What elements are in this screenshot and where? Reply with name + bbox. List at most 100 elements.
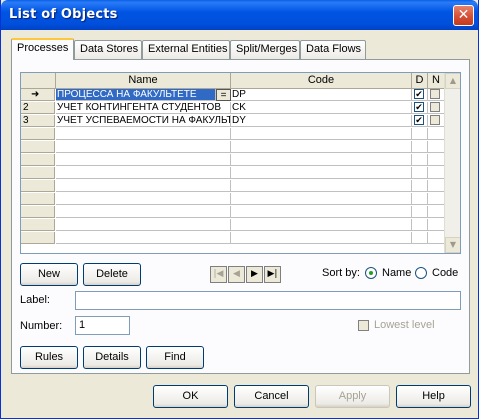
d-checkbox[interactable]: ✔ (414, 102, 424, 112)
table-cell[interactable] (56, 128, 231, 140)
table-cell[interactable] (231, 232, 412, 244)
table-cell[interactable] (231, 219, 412, 231)
grid-vertical-scrollbar[interactable]: ▲ ▼ (444, 73, 460, 253)
row-header[interactable] (21, 128, 55, 140)
table-cell[interactable] (231, 141, 412, 153)
row-header[interactable] (21, 141, 55, 153)
column-header-n[interactable]: N (428, 73, 445, 89)
table-cell-n[interactable] (428, 89, 445, 101)
table-cell[interactable] (56, 219, 231, 231)
label-input[interactable] (75, 291, 461, 310)
table-cell[interactable] (412, 128, 428, 140)
table-cell[interactable] (56, 206, 231, 218)
tab-split-merges[interactable]: Split/Merges (230, 40, 300, 59)
table-cell-name[interactable]: ПРОЦЕССА НА ФАКУЛЬТЕТЕ (56, 89, 216, 101)
first-record-icon[interactable]: |◀ (210, 266, 227, 283)
table-cell[interactable] (412, 193, 428, 205)
tab-data-stores[interactable]: Data Stores (74, 40, 142, 59)
number-input[interactable]: 1 (75, 316, 130, 335)
row-header[interactable] (21, 167, 55, 179)
tab-processes[interactable]: Processes (11, 38, 74, 60)
table-cell[interactable] (412, 180, 428, 192)
n-checkbox[interactable] (430, 89, 440, 99)
table-cell[interactable] (56, 180, 231, 192)
n-checkbox[interactable] (430, 115, 440, 125)
last-record-icon[interactable]: ▶| (264, 266, 281, 283)
table-cell-code[interactable]: DY (231, 115, 412, 127)
row-indicator-arrow[interactable]: ➜ (21, 89, 55, 101)
row-header[interactable] (21, 193, 55, 205)
find-button[interactable]: Find (146, 346, 204, 369)
table-cell[interactable] (56, 154, 231, 166)
new-button[interactable]: New (20, 263, 78, 286)
table-cell[interactable] (56, 141, 231, 153)
objects-grid[interactable]: Name Code D N ➜ ПРОЦЕССА НА ФАКУЛЬТЕТЕ =… (20, 72, 461, 254)
table-cell[interactable] (412, 219, 428, 231)
row-header[interactable] (21, 219, 55, 231)
cell-editor-button[interactable]: = (216, 89, 231, 101)
row-header[interactable] (21, 180, 55, 192)
table-cell[interactable] (428, 193, 445, 205)
ok-button[interactable]: OK (153, 385, 228, 408)
help-button[interactable]: Help (396, 385, 471, 408)
table-cell-code[interactable]: CK (231, 102, 412, 114)
table-cell[interactable] (56, 232, 231, 244)
table-cell-n[interactable] (428, 115, 445, 127)
table-cell[interactable] (412, 232, 428, 244)
sort-code-radio[interactable] (415, 267, 427, 279)
column-header-d[interactable]: D (412, 73, 428, 89)
table-cell[interactable] (412, 141, 428, 153)
sort-name-label[interactable]: Name (382, 267, 411, 279)
table-cell[interactable] (412, 206, 428, 218)
scroll-down-icon[interactable]: ▼ (445, 237, 460, 253)
row-header[interactable] (21, 206, 55, 218)
sort-name-radio[interactable] (365, 267, 377, 279)
apply-button[interactable]: Apply (315, 385, 390, 408)
table-cell[interactable] (231, 206, 412, 218)
table-cell-d[interactable]: ✔ (412, 115, 428, 127)
table-cell[interactable] (231, 180, 412, 192)
table-cell[interactable] (231, 193, 412, 205)
table-cell-d[interactable]: ✔ (412, 102, 428, 114)
table-cell-d[interactable]: ✔ (412, 89, 428, 101)
table-cell[interactable] (56, 193, 231, 205)
n-checkbox[interactable] (430, 102, 440, 112)
table-cell[interactable] (231, 167, 412, 179)
table-cell[interactable] (412, 167, 428, 179)
column-header-name[interactable]: Name (56, 73, 231, 89)
table-cell[interactable] (428, 154, 445, 166)
table-cell-n[interactable] (428, 102, 445, 114)
row-number[interactable]: 2 (21, 102, 55, 114)
tab-external-entities[interactable]: External Entities (142, 40, 230, 59)
row-header[interactable] (21, 154, 55, 166)
previous-record-icon[interactable]: ◀ (228, 266, 245, 283)
table-cell[interactable] (412, 154, 428, 166)
row-header[interactable] (21, 232, 55, 244)
table-cell[interactable] (428, 141, 445, 153)
rules-button[interactable]: Rules (20, 346, 78, 369)
close-button[interactable]: ✕ (453, 5, 474, 26)
table-cell[interactable] (428, 180, 445, 192)
column-header-code[interactable]: Code (231, 73, 412, 89)
table-cell[interactable] (428, 206, 445, 218)
d-checkbox[interactable]: ✔ (414, 89, 424, 99)
table-cell[interactable] (56, 167, 231, 179)
next-record-icon[interactable]: ▶ (246, 266, 263, 283)
lowest-level-checkbox[interactable] (358, 320, 369, 331)
table-cell[interactable] (428, 232, 445, 244)
row-number[interactable]: 3 (21, 115, 55, 127)
table-cell[interactable] (428, 128, 445, 140)
details-button[interactable]: Details (83, 346, 141, 369)
table-cell[interactable] (428, 167, 445, 179)
title-bar[interactable]: List of Objects ✕ (1, 0, 478, 30)
table-cell-code[interactable]: DP (231, 89, 412, 101)
delete-button[interactable]: Delete (83, 263, 141, 286)
cancel-button[interactable]: Cancel (234, 385, 309, 408)
table-cell-name[interactable]: УЧЕТ УСПЕВАЕМОСТИ НА ФАКУЛЬТЕТЕ (56, 115, 231, 127)
table-cell[interactable] (231, 154, 412, 166)
tab-data-flows[interactable]: Data Flows (300, 40, 366, 59)
table-cell-name[interactable]: УЧЕТ КОНТИНГЕНТА СТУДЕНТОВ (56, 102, 231, 114)
table-cell[interactable] (428, 219, 445, 231)
table-cell[interactable] (231, 128, 412, 140)
sort-code-label[interactable]: Code (432, 267, 458, 279)
